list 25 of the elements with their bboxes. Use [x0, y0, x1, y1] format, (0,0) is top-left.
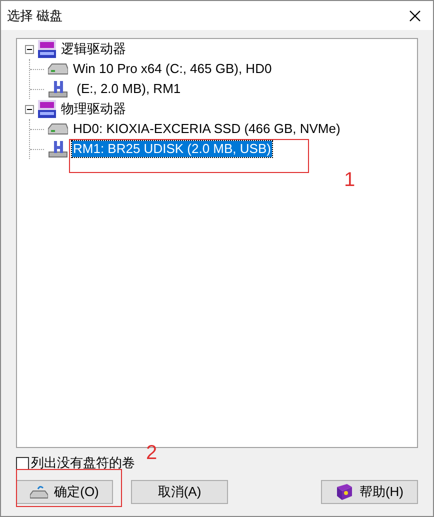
tree-item[interactable]: (E:, 2.0 MB), RM1 — [72, 81, 182, 97]
annotation-number: 2 — [146, 441, 158, 466]
tree-item[interactable]: 物理驱动器 — [60, 101, 127, 117]
close-icon[interactable] — [409, 10, 421, 22]
collapse-icon[interactable] — [25, 104, 34, 114]
ok-button[interactable]: 确定(O) — [16, 480, 113, 504]
tree-item[interactable]: Win 10 Pro x64 (C:, 465 GB), HD0 — [72, 61, 273, 77]
drive-icon — [48, 63, 68, 75]
annotation-number: 1 — [344, 168, 356, 193]
help-button[interactable]: 帮助(H) — [321, 480, 418, 504]
logo-icon — [38, 100, 56, 118]
book-icon — [335, 484, 354, 500]
tree-item[interactable]: RM1: BR25 UDISK (2.0 MB, USB) — [72, 141, 272, 157]
drive-icon — [48, 123, 68, 135]
tree-item[interactable]: HD0: KIOXIA-EXCERIA SSD (466 GB, NVMe) — [72, 121, 342, 137]
cancel-button[interactable]: 取消(A) — [131, 480, 228, 504]
drive-icon — [30, 485, 48, 499]
logo-icon — [38, 40, 56, 58]
checkbox[interactable] — [16, 456, 29, 470]
collapse-icon[interactable] — [25, 44, 34, 54]
checkbox-label: 列出没有盘符的卷 — [31, 454, 135, 472]
usb-drive-icon — [48, 80, 68, 98]
usb-drive-icon — [48, 140, 68, 158]
tree-item[interactable]: 逻辑驱动器 — [60, 41, 127, 57]
window-title: 选择 磁盘 — [7, 6, 63, 25]
